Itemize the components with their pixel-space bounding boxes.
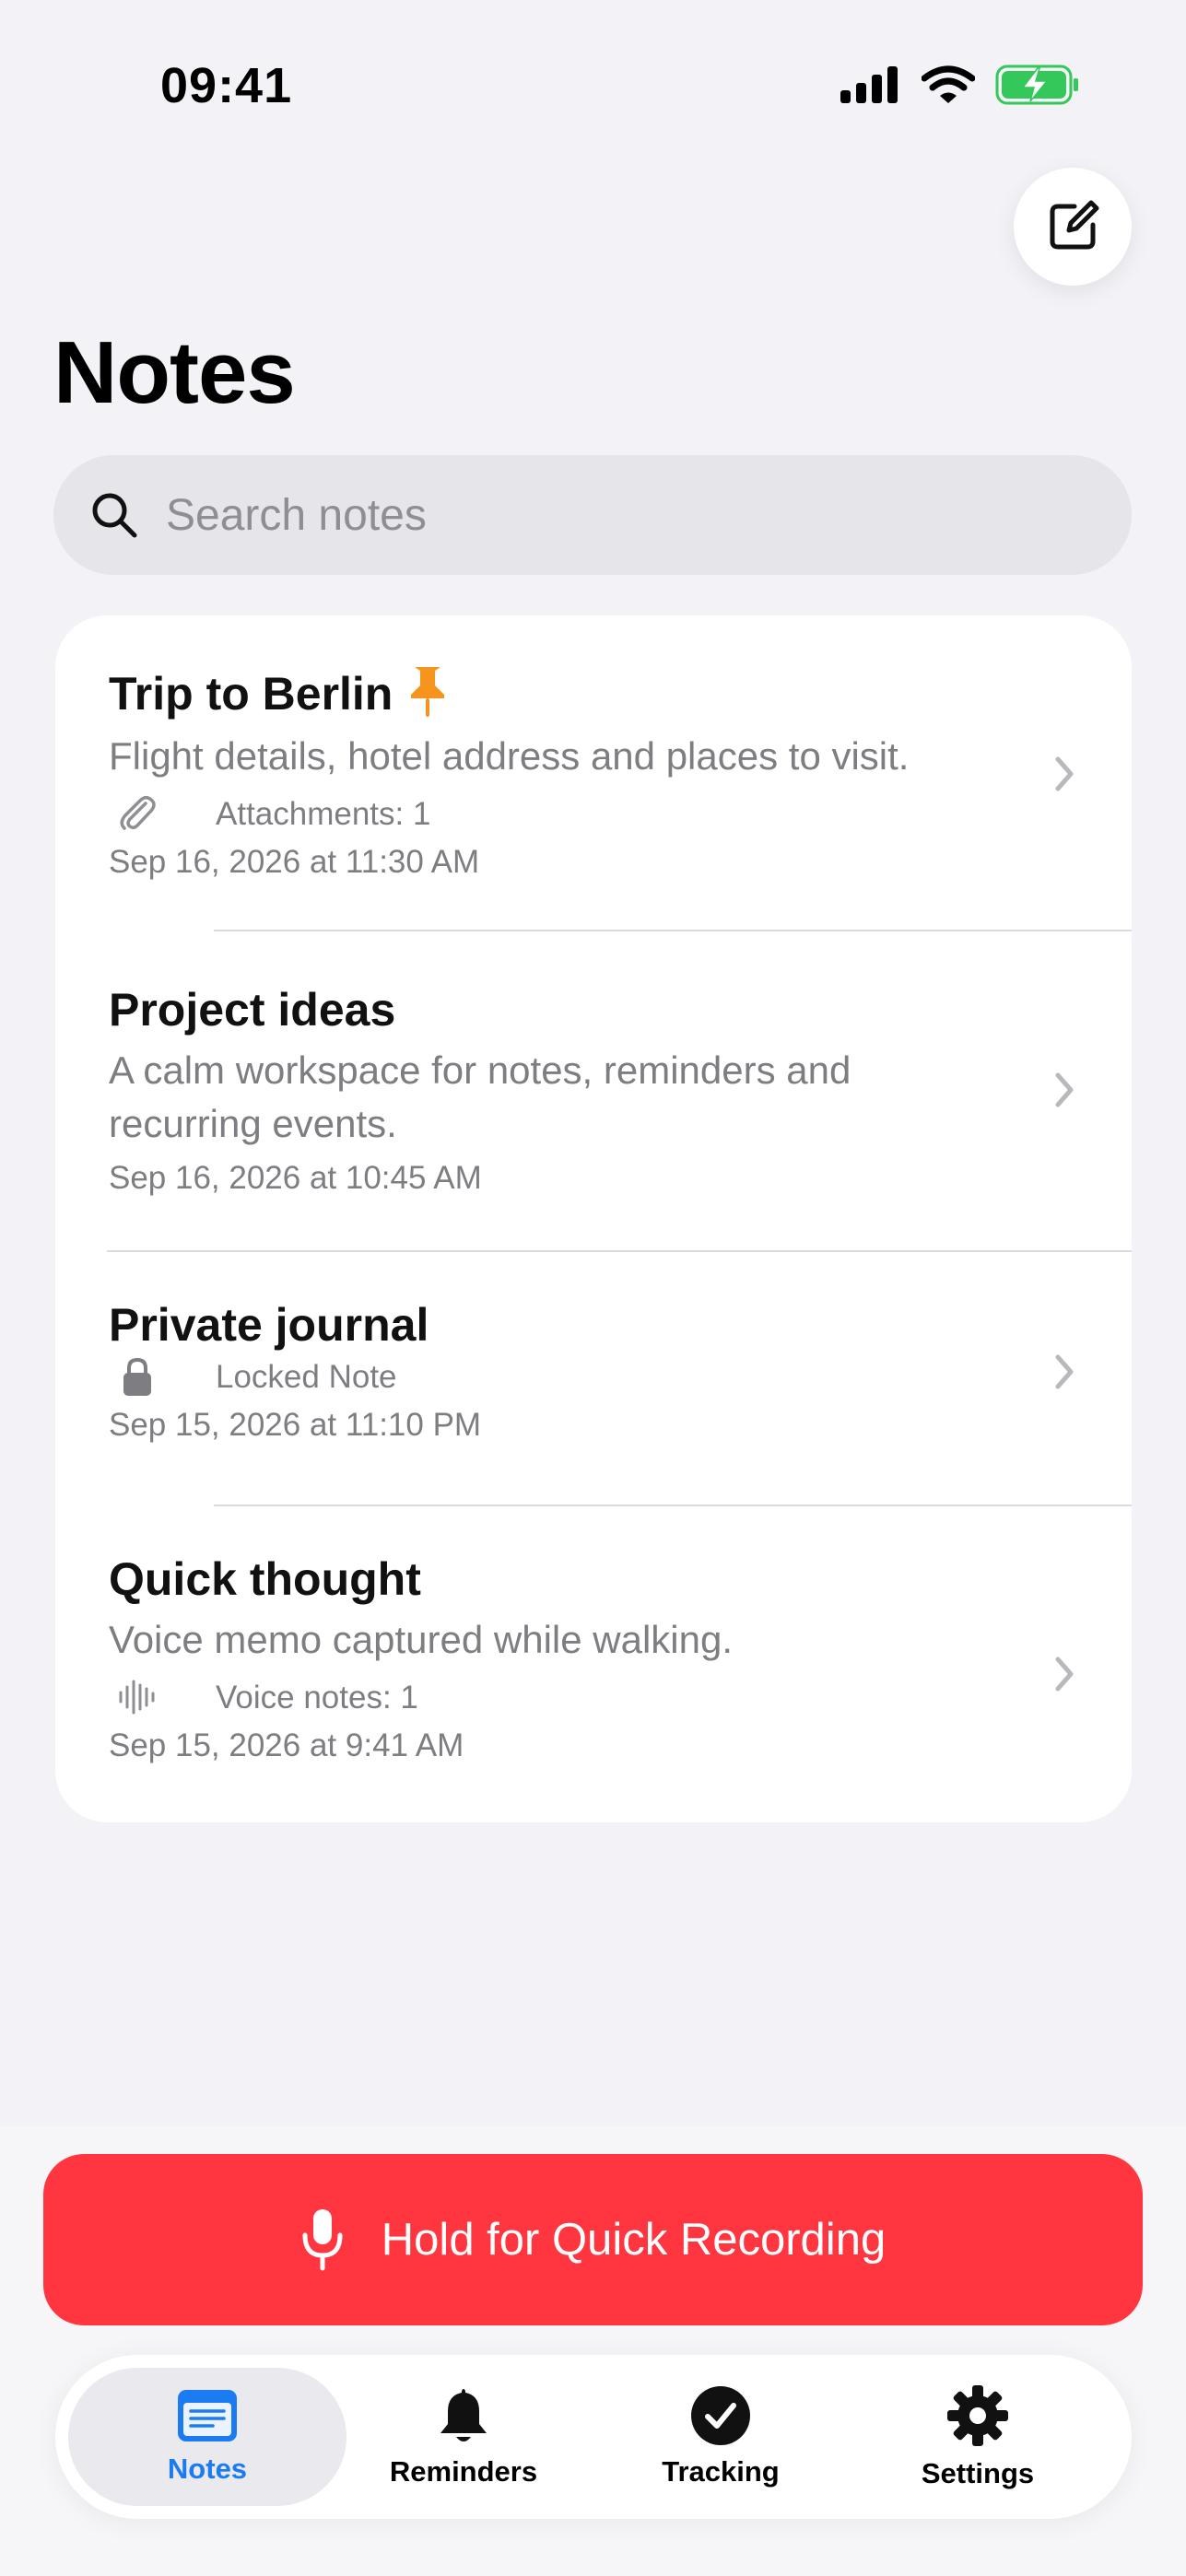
quick-record-button[interactable]: Hold for Quick Recording xyxy=(43,2154,1143,2325)
tab-settings[interactable]: Settings xyxy=(844,2355,1111,2519)
compose-button[interactable] xyxy=(1014,168,1132,286)
note-date: Sep 15, 2026 at 11:10 PM xyxy=(109,1407,482,1443)
tab-label: Notes xyxy=(167,2453,248,2485)
note-preview: Voice memo captured while walking. xyxy=(109,1618,734,1661)
chevron-right-icon xyxy=(1055,1072,1074,1107)
bell-icon xyxy=(440,2389,487,2441)
status-time: 09:41 xyxy=(160,58,293,113)
note-title: Project ideas xyxy=(109,984,396,1036)
tab-label: Reminders xyxy=(389,2455,538,2488)
compose-icon xyxy=(1050,200,1099,250)
tab-bar: Notes Reminders Tracking Settings xyxy=(55,2355,1132,2519)
note-preview: A calm workspace for notes, reminders an… xyxy=(109,1048,851,1145)
waveform-icon xyxy=(119,1680,155,1715)
wifi-icon xyxy=(922,65,975,103)
tab-label: Settings xyxy=(921,2457,1035,2489)
search-icon xyxy=(92,493,137,538)
status-icons xyxy=(839,64,1080,105)
note-voice-notes: Voice notes: 1 xyxy=(216,1680,418,1715)
tab-reminders[interactable]: Reminders xyxy=(330,2355,597,2519)
note-title: Trip to Berlin xyxy=(109,668,393,720)
notes-list: Trip to Berlin Flight details, hotel add… xyxy=(55,615,1132,1822)
search-placeholder: Search notes xyxy=(166,490,427,540)
note-date: Sep 15, 2026 at 9:41 AM xyxy=(109,1727,464,1763)
cellular-signal-icon xyxy=(840,66,898,103)
paperclip-icon xyxy=(120,796,156,830)
note-row-private-journal[interactable]: Private journal Locked Note Sep 15, 2026… xyxy=(55,1252,1132,1503)
tab-label: Tracking xyxy=(662,2455,780,2488)
tab-notes[interactable]: Notes xyxy=(74,2355,341,2519)
tab-tracking[interactable]: Tracking xyxy=(587,2355,854,2519)
note-row-trip-to-berlin[interactable]: Trip to Berlin Flight details, hotel add… xyxy=(55,615,1132,931)
chevron-right-icon xyxy=(1055,1354,1074,1389)
note-date: Sep 16, 2026 at 10:45 AM xyxy=(109,1160,482,1196)
note-preview: Flight details, hotel address and places… xyxy=(109,734,910,778)
notes-icon xyxy=(178,2390,237,2441)
microphone-icon xyxy=(302,2209,343,2271)
checkmark-circle-icon xyxy=(691,2386,750,2445)
battery-charging-icon xyxy=(995,64,1078,105)
note-title: Quick thought xyxy=(109,1553,421,1605)
note-locked-label: Locked Note xyxy=(216,1359,397,1395)
chevron-right-icon xyxy=(1055,756,1074,791)
note-title: Private journal xyxy=(109,1299,429,1351)
pin-icon xyxy=(411,667,444,717)
note-attachments: Attachments: 1 xyxy=(216,796,431,832)
note-date: Sep 16, 2026 at 11:30 AM xyxy=(109,844,480,880)
page-title: Notes xyxy=(53,323,296,422)
search-field[interactable]: Search notes xyxy=(53,455,1132,575)
chevron-right-icon xyxy=(1055,1657,1074,1692)
quick-record-label: Hold for Quick Recording xyxy=(381,2215,887,2265)
note-row-project-ideas[interactable]: Project ideas A calm workspace for notes… xyxy=(55,931,1132,1241)
gear-icon xyxy=(947,2385,1008,2446)
note-row-quick-thought[interactable]: Quick thought Voice memo captured while … xyxy=(55,1506,1132,1822)
lock-icon xyxy=(123,1357,151,1396)
